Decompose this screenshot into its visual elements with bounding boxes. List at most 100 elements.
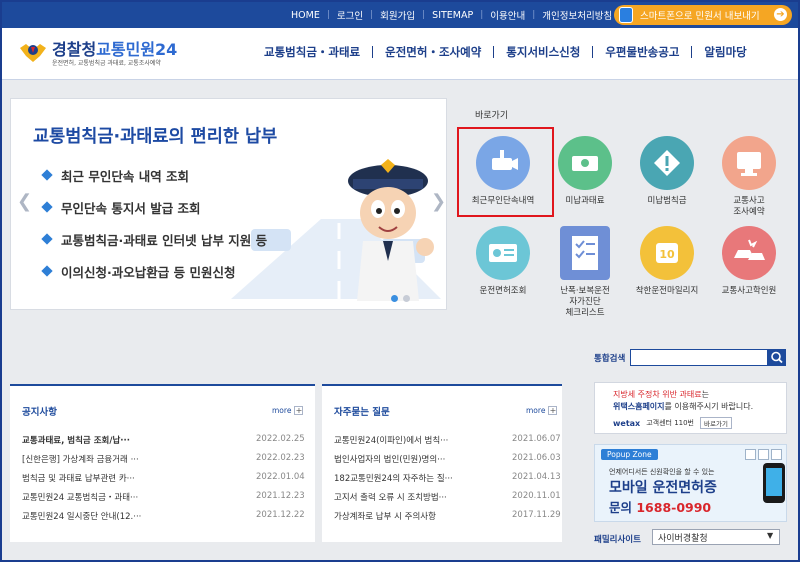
list-item-title: 교통과태료, 범칙금 조회/납··· bbox=[22, 436, 130, 446]
wetax-line2-rest: 를 이용해주시기 바랍니다. bbox=[664, 402, 754, 411]
banner-item: 교통범칙금·과태료 인터넷 납부 지원 등 bbox=[41, 223, 268, 255]
wetax-phone: 고객센터 110번 bbox=[646, 419, 694, 427]
nav-notification[interactable]: 통지서비스신청 bbox=[494, 44, 592, 60]
banner-pagination bbox=[391, 295, 410, 302]
quick-item-road-rage-checklist[interactable]: 난폭·보복운전 자가진단 체크리스트 bbox=[544, 226, 626, 319]
smartphone-export-button[interactable]: 스마트폰으로 민원서 내보내기 ➔ bbox=[614, 5, 792, 25]
list-item-date: 2021.06.03 bbox=[512, 453, 561, 463]
main-nav: 교통범칙금・과태료 운전면허・조사예약 통지서비스신청 우편물반송공고 알림마당 bbox=[252, 44, 759, 60]
nav-fines[interactable]: 교통범칙금・과태료 bbox=[252, 44, 372, 60]
list-item-title: [신한은행] 가상계좌 금융거래 ··· bbox=[22, 455, 139, 465]
notice-title[interactable]: 공지사항 bbox=[22, 404, 57, 418]
banner-item-text: 무인단속 통지서 발급 조회 bbox=[61, 200, 201, 216]
top-nav-privacy[interactable]: 개인정보처리방침 bbox=[535, 8, 619, 22]
popup-zone-controls bbox=[745, 449, 782, 460]
nav-license[interactable]: 운전면허・조사예약 bbox=[373, 44, 493, 60]
list-item-title: 교통민원24 교통범칙금・과태··· bbox=[22, 493, 139, 503]
banner-item: 무인단속 통지서 발급 조회 bbox=[41, 191, 267, 223]
banner-prev-button[interactable]: ❮ bbox=[17, 191, 32, 212]
popup-zone[interactable]: Popup Zone 언제어디서든 신원확인을 할 수 있는 모바일 운전면허증… bbox=[594, 444, 787, 522]
list-item-date: 2021.04.13 bbox=[512, 472, 561, 482]
police-mascot-icon bbox=[348, 159, 434, 301]
logo-subtitle: 운전면허, 교통범칙금 과태료, 교통조사예약 bbox=[52, 60, 161, 67]
top-nav-sitemap[interactable]: SITEMAP bbox=[425, 10, 480, 21]
svg-text:10: 10 bbox=[659, 248, 675, 261]
computer-icon bbox=[722, 136, 776, 190]
list-item-title: 고지서 출력 오류 시 조치방법··· bbox=[334, 493, 447, 503]
smartphone-icon bbox=[619, 7, 633, 23]
wetax-logo: wetax bbox=[613, 418, 641, 428]
family-site-select[interactable]: 사이버경찰청 ▼ bbox=[652, 529, 780, 545]
list-item-title: 182교통민원24의 자주하는 질··· bbox=[334, 474, 453, 484]
quick-item-accident-reservation[interactable]: 교통사고 조사예약 bbox=[708, 136, 790, 218]
car-crash-icon bbox=[722, 226, 776, 280]
site-logo[interactable]: 경찰청교통민원24 bbox=[52, 36, 177, 60]
list-item-date: 2022.01.04 bbox=[256, 472, 305, 482]
quick-item-good-driving-mileage[interactable]: 10 착한운전마일리지 bbox=[626, 226, 708, 297]
popup-zone-title: Popup Zone bbox=[601, 449, 658, 460]
nav-notice-board[interactable]: 알림마당 bbox=[692, 44, 758, 60]
top-nav-guide[interactable]: 이용안내 bbox=[483, 8, 532, 22]
chevron-down-icon: ▼ bbox=[767, 531, 774, 540]
top-nav-signup[interactable]: 회원가입 bbox=[373, 8, 422, 22]
list-item-date: 2021.12.22 bbox=[256, 510, 305, 520]
nav-returned-mail[interactable]: 우편물반송공고 bbox=[593, 44, 691, 60]
diamond-bullet-icon bbox=[41, 265, 53, 277]
faq-more-button[interactable]: more + bbox=[526, 406, 558, 415]
banner-next-button[interactable]: ❯ bbox=[431, 191, 446, 212]
popup-prev-button[interactable] bbox=[745, 449, 756, 460]
banner-item: 최근 무인단속 내역 조회 bbox=[41, 159, 267, 191]
quick-item-unpaid-fine[interactable]: 미납과태료 bbox=[544, 136, 626, 207]
search-icon bbox=[771, 351, 783, 364]
list-item-date: 2022.02.25 bbox=[256, 434, 305, 444]
quick-item-label: 착한운전마일리지 bbox=[635, 286, 699, 296]
popup-next-button[interactable] bbox=[771, 449, 782, 460]
wetax-go-button[interactable]: 바로가기 bbox=[700, 417, 732, 429]
header: 경찰청교통민원24 운전면허, 교통범칙금 과태료, 교통조사예약 교통범칙금・… bbox=[2, 28, 798, 80]
banner-dot-active[interactable] bbox=[391, 295, 398, 302]
list-item-title: 법인사업자의 법인(민원)명의··· bbox=[334, 455, 446, 465]
diamond-bullet-icon bbox=[41, 201, 53, 213]
faq-title[interactable]: 자주묻는 질문 bbox=[334, 404, 390, 418]
list-item-title: 교통민원24(이파인)에서 범칙··· bbox=[334, 436, 449, 446]
faq-more-label: more bbox=[526, 406, 546, 415]
wetax-line1-rest: 는 bbox=[701, 390, 709, 399]
quick-item-license-lookup[interactable]: 운전면허조회 bbox=[462, 226, 544, 297]
search-input[interactable] bbox=[630, 349, 768, 366]
notice-more-label: more bbox=[272, 406, 292, 415]
banner-list: 최근 무인단속 내역 조회 무인단속 통지서 발급 조회 교통범칙금·과태료 인… bbox=[41, 159, 268, 287]
arrow-right-icon: ➔ bbox=[774, 8, 787, 21]
popup-pause-button[interactable] bbox=[758, 449, 769, 460]
wetax-line2-bold: 위택스홈페이지 bbox=[613, 402, 665, 411]
search-button[interactable] bbox=[768, 349, 786, 366]
search-label: 통합검색 bbox=[594, 354, 626, 364]
wetax-line2: 위택스홈페이지를 이용해주시기 바랍니다. bbox=[613, 401, 753, 412]
quick-item-label: 운전면허조회 bbox=[479, 286, 527, 296]
checklist-icon bbox=[560, 226, 610, 280]
banner-item-text: 교통범칙금·과태료 인터넷 납부 지원 등 bbox=[61, 232, 268, 248]
quick-item-accident-confirmation[interactable]: 교통사고학인원 bbox=[708, 226, 790, 297]
logo-title-b: 교통민원24 bbox=[96, 40, 178, 59]
top-nav-home[interactable]: HOME bbox=[284, 10, 327, 21]
list-item-title: 가상계좌로 납부 시 주의사항 bbox=[334, 512, 436, 522]
police-emblem-icon[interactable] bbox=[18, 36, 48, 66]
list-item-date: 2020.11.01 bbox=[512, 491, 561, 501]
wetax-banner[interactable]: 지방세 주정차 위반 과태료는 위택스홈페이지를 이용해주시기 바랍니다. we… bbox=[594, 382, 787, 434]
quick-item-label: 교통사고 조사예약 bbox=[733, 196, 765, 217]
diamond-bullet-icon bbox=[41, 233, 53, 245]
quick-item-label: 교통사고학인원 bbox=[721, 286, 777, 296]
quick-links-title: 바로가기 bbox=[475, 111, 509, 121]
popup-line2: 모바일 운전면허증 bbox=[609, 480, 717, 496]
main-banner[interactable]: 교통범칙금·과태료의 편리한 납부 최근 무인단속 내역 조회 무인단속 통지서… bbox=[10, 98, 447, 310]
list-item-date: 2021.12.23 bbox=[256, 491, 305, 501]
top-bar: HOME | 로그인 | 회원가입 | SITEMAP | 이용안내 | 개인정보처리방침… bbox=[2, 2, 798, 28]
quick-item-unpaid-penalty[interactable]: 미납범칙금 bbox=[626, 136, 708, 207]
popup-line3: 문의 1688-0990 bbox=[609, 497, 711, 516]
list-item-title: 교통민원24 일시중단 안내(12.··· bbox=[22, 512, 142, 522]
top-nav-login[interactable]: 로그인 bbox=[330, 8, 370, 22]
popup-line1: 언제어디서든 신원확인을 할 수 있는 bbox=[609, 468, 715, 476]
family-site-label: 패밀리사이트 bbox=[594, 535, 641, 545]
list-item-date: 2021.06.07 bbox=[512, 434, 561, 444]
notice-more-button[interactable]: more + bbox=[272, 406, 304, 415]
banner-dot[interactable] bbox=[403, 295, 410, 302]
